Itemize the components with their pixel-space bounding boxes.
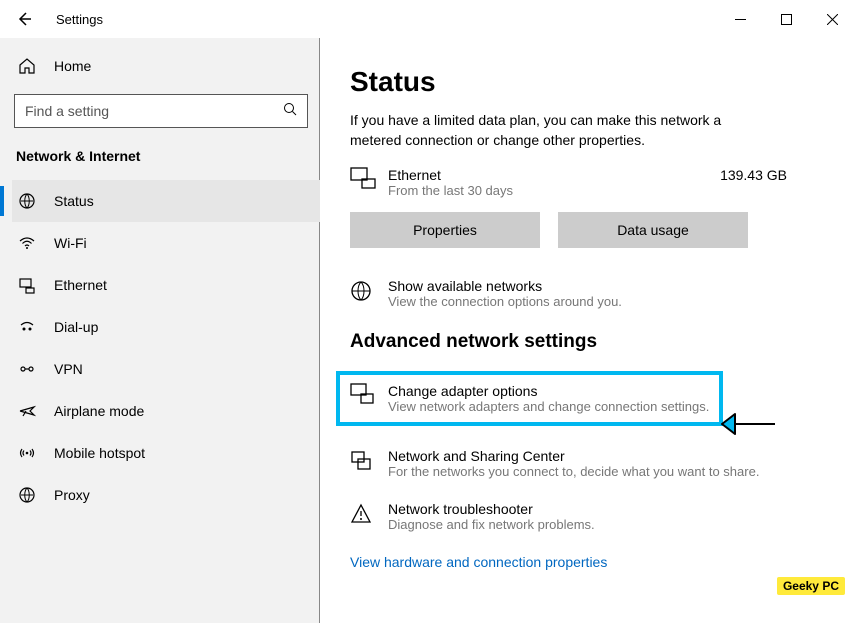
airplane-icon [18, 402, 36, 420]
metered-description: If you have a limited data plan, you can… [350, 110, 750, 151]
change-adapter-option[interactable]: Change adapter options View network adap… [336, 371, 723, 426]
home-label: Home [54, 58, 91, 74]
search-input[interactable] [14, 94, 308, 128]
content-pane: Status If you have a limited data plan, … [319, 38, 863, 623]
ethernet-usage-size: 139.43 GB [720, 167, 787, 183]
sidebar-home[interactable]: Home [12, 46, 320, 86]
troubleshooter-option[interactable]: Network troubleshooter Diagnose and fix … [350, 501, 847, 532]
back-button[interactable] [8, 3, 40, 35]
sharing-center-option[interactable]: Network and Sharing Center For the netwo… [350, 448, 847, 479]
ethernet-name: Ethernet [388, 167, 720, 183]
wifi-icon [18, 234, 36, 252]
sharing-icon [350, 450, 378, 477]
status-icon [18, 192, 36, 210]
ethernet-adapter-icon [350, 167, 378, 194]
properties-button[interactable]: Properties [350, 212, 540, 248]
adapter-icon [350, 383, 378, 410]
globe-icon [350, 280, 378, 307]
watermark: Geeky PC [777, 577, 845, 595]
page-title: Status [350, 66, 847, 98]
home-icon [18, 57, 36, 75]
sidebar-item-hotspot[interactable]: Mobile hotspot [12, 432, 320, 474]
ethernet-row: Ethernet From the last 30 days 139.43 GB [350, 167, 847, 198]
sidebar-item-proxy[interactable]: Proxy [12, 474, 320, 516]
window-title: Settings [56, 12, 103, 27]
sidebar-item-ethernet[interactable]: Ethernet [12, 264, 320, 306]
annotation-arrow-icon [720, 404, 780, 449]
show-networks-option[interactable]: Show available networks View the connect… [350, 278, 847, 309]
ethernet-icon [18, 276, 36, 294]
hotspot-icon [18, 444, 36, 462]
sidebar-item-vpn[interactable]: VPN [12, 348, 320, 390]
hardware-properties-link[interactable]: View hardware and connection properties [350, 554, 847, 570]
search-icon [283, 102, 297, 121]
close-button[interactable] [809, 3, 855, 35]
sidebar: Home Network & Internet Status Wi-Fi Eth… [0, 38, 320, 623]
minimize-button[interactable] [717, 3, 763, 35]
proxy-icon [18, 486, 36, 504]
ethernet-sub: From the last 30 days [388, 183, 720, 198]
sidebar-item-airplane[interactable]: Airplane mode [12, 390, 320, 432]
dialup-icon [18, 318, 36, 336]
sidebar-category: Network & Internet [12, 142, 320, 176]
data-usage-button[interactable]: Data usage [558, 212, 748, 248]
sidebar-item-dialup[interactable]: Dial-up [12, 306, 320, 348]
sidebar-item-wifi[interactable]: Wi-Fi [12, 222, 320, 264]
warning-icon [350, 503, 378, 530]
maximize-button[interactable] [763, 3, 809, 35]
advanced-heading: Advanced network settings [350, 331, 847, 353]
sidebar-item-status[interactable]: Status [12, 180, 320, 222]
vpn-icon [18, 360, 36, 378]
